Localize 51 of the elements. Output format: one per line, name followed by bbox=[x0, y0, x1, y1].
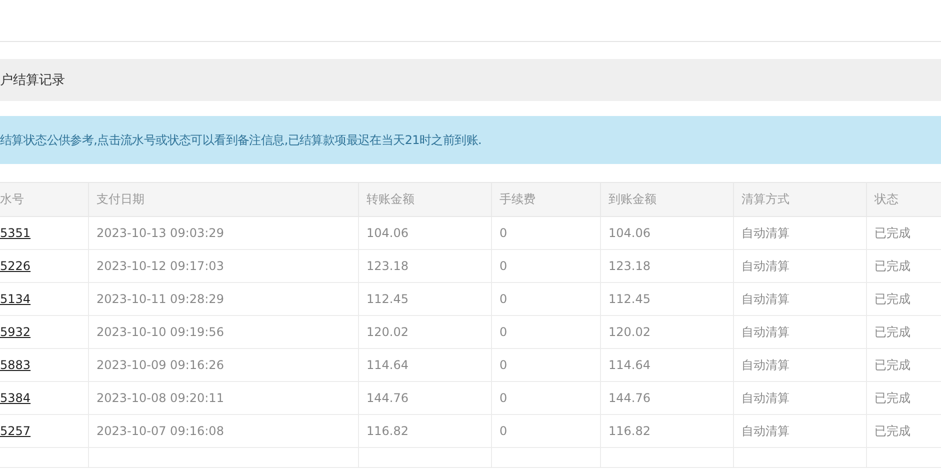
serial-link[interactable]: 5257 bbox=[0, 424, 31, 438]
column-header: 清算方式 bbox=[733, 182, 866, 216]
serial-link[interactable]: 5226 bbox=[0, 259, 31, 273]
table-cell: 自动清算 bbox=[733, 250, 866, 282]
column-header: 手续费 bbox=[491, 182, 600, 216]
serial-link[interactable]: 5932 bbox=[0, 325, 31, 339]
table-cell: 自动清算 bbox=[733, 216, 866, 250]
table-cell: 0 bbox=[491, 250, 600, 282]
table-cell: 0 bbox=[491, 316, 600, 348]
table-cell: 104.06 bbox=[600, 216, 733, 250]
table-cell: 112.45 bbox=[358, 282, 491, 316]
table-cell: 2023-10-07 09:16:08 bbox=[88, 414, 358, 448]
table-cell: 自动清算 bbox=[733, 348, 866, 382]
serial-link[interactable]: 5351 bbox=[0, 226, 31, 240]
table-cell: 2023-10-13 09:03:29 bbox=[88, 216, 358, 250]
table-cell: 自动清算 bbox=[733, 316, 866, 348]
table-cell: 114.64 bbox=[600, 348, 733, 382]
table-cell: 0 bbox=[491, 348, 600, 382]
serial-link[interactable]: 5384 bbox=[0, 391, 31, 405]
table-cell: 116.82 bbox=[358, 414, 491, 448]
column-header: 到账金额 bbox=[600, 182, 733, 216]
table-cell: 0 bbox=[491, 216, 600, 250]
table-cell: 114.64 bbox=[358, 348, 491, 382]
notice-text: 结算状态公供参考,点击流水号或状态可以看到备注信息,已结算款项最迟在当天21时之前到账. bbox=[0, 132, 482, 148]
table-cell: 自动清算 bbox=[733, 382, 866, 414]
table-cell: 144.76 bbox=[600, 382, 733, 414]
column-header: 转账金额 bbox=[358, 182, 491, 216]
column-header: 水号 bbox=[0, 182, 88, 216]
table-cell: 0 bbox=[491, 382, 600, 414]
table-cell: 120.02 bbox=[358, 316, 491, 348]
table-cell: 0 bbox=[491, 282, 600, 316]
serial-link[interactable]: 5134 bbox=[0, 292, 31, 306]
table-cell: 2023-10-11 09:28:29 bbox=[88, 282, 358, 316]
page-title: 户结算记录 bbox=[0, 72, 65, 89]
table-cell: 2023-10-08 09:20:11 bbox=[88, 382, 358, 414]
table-cell: 0 bbox=[491, 414, 600, 448]
table-cell: 2023-10-09 09:16:26 bbox=[88, 348, 358, 382]
table-cell: 123.18 bbox=[358, 250, 491, 282]
table-cell: 2023-10-10 09:19:56 bbox=[88, 316, 358, 348]
table-cell: 116.82 bbox=[600, 414, 733, 448]
table-cell: 104.06 bbox=[358, 216, 491, 250]
table-cell: 自动清算 bbox=[733, 282, 866, 316]
table-cell: 112.45 bbox=[600, 282, 733, 316]
table-cell: 123.18 bbox=[600, 250, 733, 282]
serial-link[interactable]: 5883 bbox=[0, 358, 31, 372]
table-cell: 自动清算 bbox=[733, 414, 866, 448]
column-header: 支付日期 bbox=[88, 182, 358, 216]
column-header: 状态 bbox=[866, 182, 941, 216]
table-cell: 144.76 bbox=[358, 382, 491, 414]
table-cell: 120.02 bbox=[600, 316, 733, 348]
table-cell: 2023-10-12 09:17:03 bbox=[88, 250, 358, 282]
